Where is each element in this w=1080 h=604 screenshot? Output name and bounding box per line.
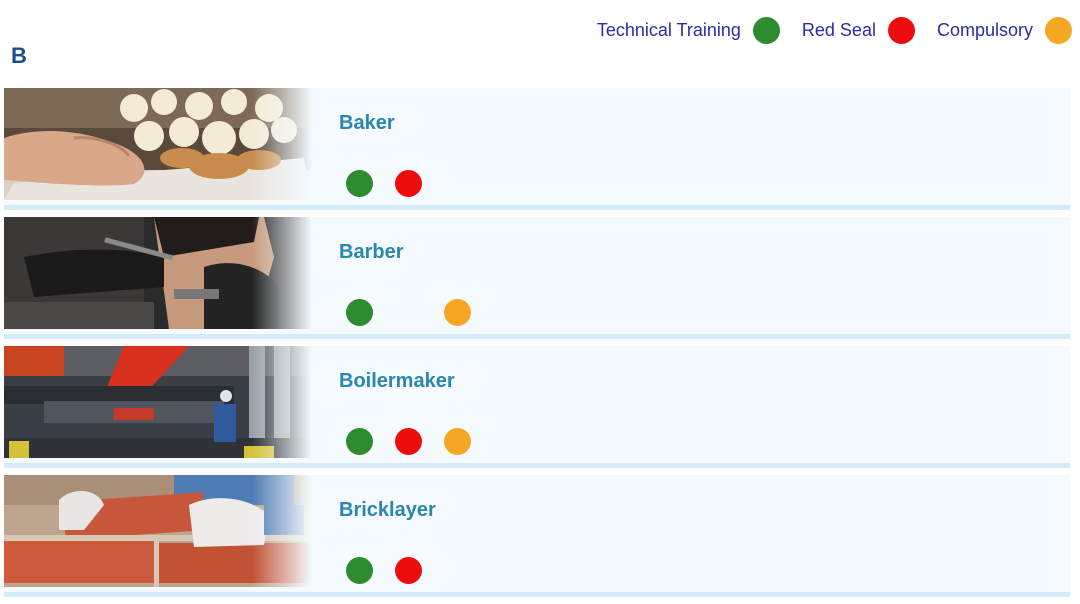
trade-title[interactable]: Bricklayer xyxy=(339,499,436,522)
red-dot-icon xyxy=(887,17,915,44)
trade-list: Baker Barber Boilermaker Bricklayer xyxy=(4,88,1070,604)
technical-training-dot-icon xyxy=(346,170,373,197)
trade-info: Boilermaker xyxy=(312,346,1070,463)
red-seal-dot-icon xyxy=(395,557,422,584)
legend-item-compulsory: Compulsory xyxy=(937,17,1072,44)
trade-title[interactable]: Baker xyxy=(339,112,395,135)
orange-dot-icon xyxy=(1045,17,1072,44)
trade-row-boilermaker[interactable]: Boilermaker xyxy=(4,346,1070,468)
legend: Technical Training Red Seal Compulsory xyxy=(575,17,1072,44)
technical-training-dot-icon xyxy=(346,557,373,584)
trade-title[interactable]: Barber xyxy=(339,241,403,264)
legend-item-red-seal: Red Seal xyxy=(802,17,915,44)
baker-photo xyxy=(4,88,312,200)
technical-training-dot-icon xyxy=(346,299,373,326)
legend-item-technical-training: Technical Training xyxy=(597,17,780,44)
trade-row-baker[interactable]: Baker xyxy=(4,88,1070,210)
legend-label: Compulsory xyxy=(936,20,1033,40)
compulsory-dot-icon xyxy=(444,299,471,326)
trade-row-barber[interactable]: Barber xyxy=(4,217,1070,339)
trade-info: Baker xyxy=(312,88,1070,205)
compulsory-dot-icon xyxy=(444,428,471,455)
trade-info: Barber xyxy=(312,217,1070,334)
trade-info: Bricklayer xyxy=(312,475,1070,592)
bricklayer-photo xyxy=(4,475,312,587)
green-dot-icon xyxy=(752,17,780,44)
trade-row-bricklayer[interactable]: Bricklayer xyxy=(4,475,1070,597)
legend-label: Red Seal xyxy=(801,20,876,40)
barber-photo xyxy=(4,217,312,329)
red-seal-dot-icon xyxy=(395,170,422,197)
section-letter: B xyxy=(11,43,27,68)
boilermaker-photo xyxy=(4,346,312,458)
legend-label: Technical Training xyxy=(596,20,741,40)
red-seal-dot-icon xyxy=(395,428,422,455)
trade-title[interactable]: Boilermaker xyxy=(339,370,455,393)
technical-training-dot-icon xyxy=(346,428,373,455)
